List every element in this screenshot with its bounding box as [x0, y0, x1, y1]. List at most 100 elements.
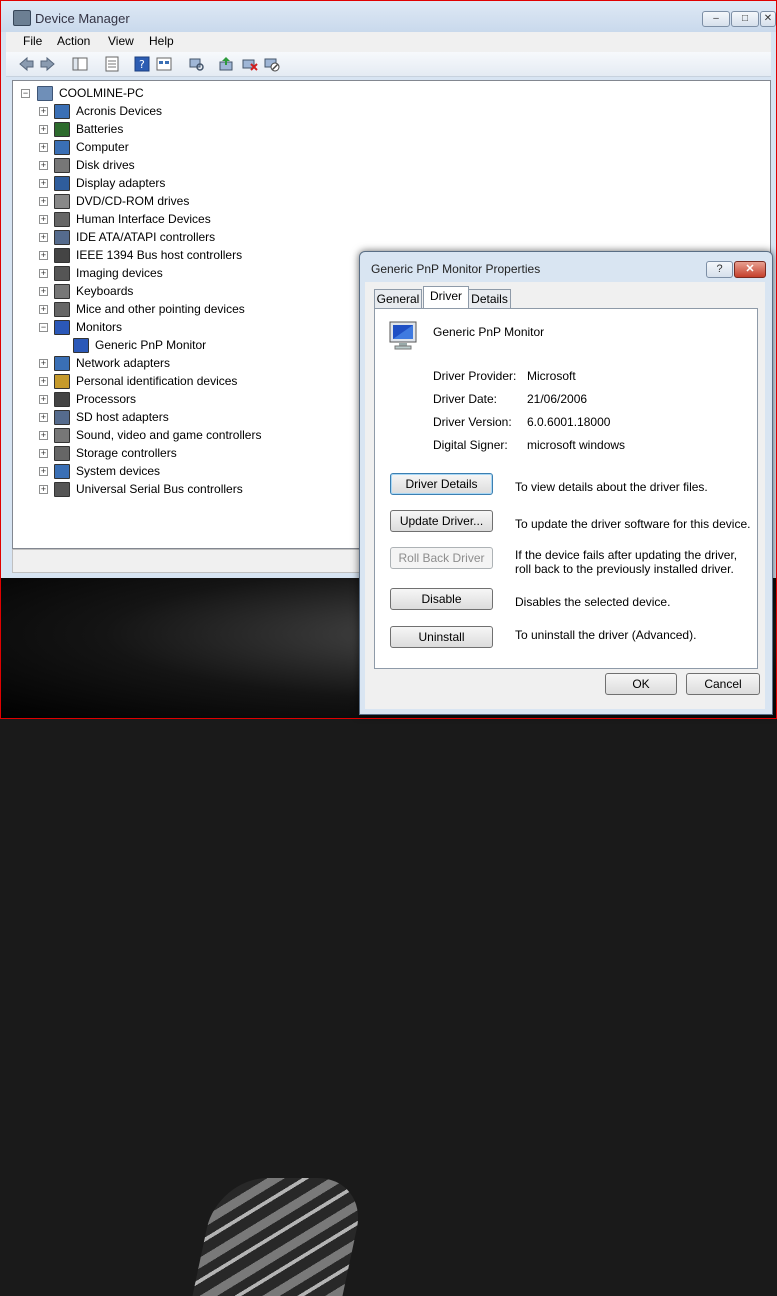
tree-node-label: Monitors: [76, 320, 123, 334]
expand-toggle[interactable]: +: [39, 197, 48, 206]
tree-node-label: Human Interface Devices: [76, 212, 211, 226]
device-manager-icon: [13, 10, 31, 26]
tree-node-label: DVD/CD-ROM drives: [76, 194, 190, 208]
expand-toggle[interactable]: +: [39, 413, 48, 422]
ok-button[interactable]: OK: [605, 673, 677, 695]
expand-toggle[interactable]: +: [39, 233, 48, 242]
menu-view[interactable]: View: [108, 34, 134, 48]
title-bar[interactable]: Device Manager ‒ □ ✕: [0, 0, 777, 32]
forward-arrow-icon[interactable]: [40, 56, 56, 72]
close-button[interactable]: ✕: [760, 11, 776, 27]
tree-node-label: Mice and other pointing devices: [76, 302, 245, 316]
expand-toggle[interactable]: +: [39, 161, 48, 170]
expand-toggle[interactable]: +: [39, 359, 48, 368]
computer-icon: [54, 140, 70, 155]
collapse-toggle[interactable]: −: [21, 89, 30, 98]
expand-toggle[interactable]: +: [39, 287, 48, 296]
expand-toggle[interactable]: +: [39, 269, 48, 278]
collapse-toggle[interactable]: −: [39, 323, 48, 332]
help-icon[interactable]: ?: [134, 56, 150, 72]
keyboard-icon: [54, 284, 70, 299]
driver-provider-value: Microsoft: [527, 369, 576, 383]
computer-icon: [37, 86, 53, 101]
expand-toggle[interactable]: +: [39, 377, 48, 386]
digital-signer-label: Digital Signer:: [433, 438, 508, 452]
expand-toggle[interactable]: +: [39, 485, 48, 494]
tab-details[interactable]: Details: [468, 289, 511, 308]
scan-hardware-icon[interactable]: [188, 56, 204, 72]
disable-device-icon[interactable]: [264, 56, 280, 72]
update-driver-button[interactable]: Update Driver...: [390, 510, 493, 532]
ide-controller-icon: [54, 230, 70, 245]
wallpaper-coil-graphic: [192, 1178, 368, 1296]
driver-date-value: 21/06/2006: [527, 392, 588, 406]
roll-back-driver-desc: If the device fails after updating the d…: [515, 548, 738, 576]
disable-button[interactable]: Disable: [390, 588, 493, 610]
expand-toggle[interactable]: +: [39, 107, 48, 116]
menu-help[interactable]: Help: [149, 34, 174, 48]
device-name: Generic PnP Monitor: [433, 325, 545, 339]
expand-toggle[interactable]: +: [39, 305, 48, 314]
system-icon: [54, 464, 70, 479]
properties-dialog: Generic PnP Monitor Properties ? ✕ Gener…: [359, 251, 773, 715]
processor-icon: [54, 392, 70, 407]
tree-node-label: Acronis Devices: [76, 104, 163, 118]
expand-toggle[interactable]: +: [39, 467, 48, 476]
usb-icon: [54, 482, 70, 497]
dialog-help-button[interactable]: ?: [706, 261, 733, 278]
speaker-icon: [54, 428, 70, 443]
tree-node-label: Personal identification devices: [76, 374, 238, 388]
expand-toggle[interactable]: +: [39, 431, 48, 440]
minimize-button[interactable]: ‒: [702, 11, 730, 27]
disk-drive-icon: [54, 158, 70, 173]
tree-node-label: Computer: [76, 140, 129, 154]
tree-node-label: SD host adapters: [76, 410, 169, 424]
expand-toggle[interactable]: +: [39, 179, 48, 188]
dialog-body: General Driver Details Generic PnP Monit…: [365, 282, 765, 709]
uninstall-device-icon[interactable]: [242, 56, 258, 72]
dvd-drive-icon: [54, 194, 70, 209]
driver-panel: Generic PnP Monitor Driver Provider: Mic…: [374, 308, 758, 669]
monitor-icon: [54, 320, 70, 335]
driver-provider-label: Driver Provider:: [433, 369, 517, 383]
tree-node-label: IDE ATA/ATAPI controllers: [76, 230, 216, 244]
expand-toggle[interactable]: +: [39, 251, 48, 260]
battery-icon: [54, 122, 70, 137]
uninstall-desc: To uninstall the driver (Advanced).: [515, 628, 697, 642]
roll-back-driver-button[interactable]: Roll Back Driver: [390, 547, 493, 569]
tab-general[interactable]: General: [374, 289, 422, 308]
driver-date-label: Driver Date:: [433, 392, 498, 406]
menu-file[interactable]: File: [23, 34, 42, 48]
digital-signer-value: microsoft windows: [527, 438, 626, 452]
uninstall-button[interactable]: Uninstall: [390, 626, 493, 648]
update-driver-desc: To update the driver software for this d…: [515, 517, 751, 531]
menu-action[interactable]: Action: [57, 34, 90, 48]
show-hide-tree-icon[interactable]: [72, 56, 88, 72]
driver-details-desc: To view details about the driver files.: [515, 480, 708, 494]
network-icon: [54, 356, 70, 371]
menu-bar: File Action View Help: [6, 32, 771, 52]
expand-toggle[interactable]: +: [39, 395, 48, 404]
expand-toggle[interactable]: +: [39, 125, 48, 134]
maximize-button[interactable]: □: [731, 11, 759, 27]
monitor-icon: [73, 338, 89, 353]
expand-toggle[interactable]: +: [39, 449, 48, 458]
svg-text:?: ?: [139, 58, 145, 71]
expand-toggle[interactable]: +: [39, 143, 48, 152]
tab-driver[interactable]: Driver: [423, 286, 469, 308]
tree-node-label: Display adapters: [76, 176, 166, 190]
cancel-button[interactable]: Cancel: [686, 673, 760, 695]
hid-icon: [54, 212, 70, 227]
tree-node-label: Storage controllers: [76, 446, 177, 460]
properties-icon[interactable]: [104, 56, 120, 72]
update-driver-icon[interactable]: [218, 56, 234, 72]
tree-root-label: COOLMINE-PC: [59, 86, 144, 100]
device-icon: [54, 104, 70, 119]
back-arrow-icon[interactable]: [18, 56, 34, 72]
driver-details-button[interactable]: Driver Details: [390, 473, 493, 495]
tree-node-label: Disk drives: [76, 158, 135, 172]
tree-node-label: Universal Serial Bus controllers: [76, 482, 243, 496]
expand-toggle[interactable]: +: [39, 215, 48, 224]
view-icon[interactable]: [156, 56, 172, 72]
dialog-close-button[interactable]: ✕: [734, 261, 766, 278]
